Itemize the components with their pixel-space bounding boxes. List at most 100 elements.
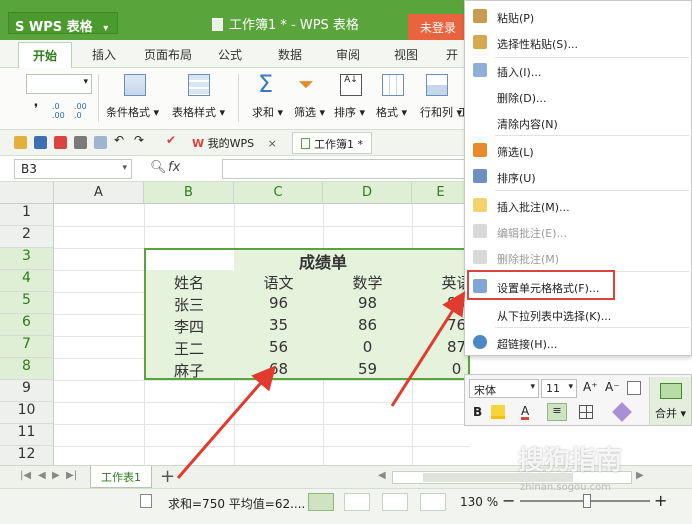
sheet-tab[interactable]: 工作表1 (90, 466, 152, 488)
row-header[interactable]: 10 (0, 402, 54, 424)
table-cell[interactable]: 59 (323, 359, 412, 381)
rows-columns-icon[interactable] (426, 74, 448, 96)
table-cell[interactable]: 98 (323, 293, 412, 315)
table-cell[interactable]: 王二 (144, 337, 234, 359)
select-all-corner[interactable] (0, 182, 54, 204)
tab-workbook[interactable]: 工作簿1 * (292, 132, 372, 154)
app-menu-button[interactable]: S WPS 表格 ▾ (8, 12, 118, 35)
menu-item-filter[interactable]: 筛选(L) (465, 139, 691, 161)
borders-icon[interactable] (579, 405, 593, 419)
zoom-in-icon[interactable]: + (654, 491, 667, 510)
row-header[interactable]: 12 (0, 446, 54, 465)
format-button[interactable]: 格式 ▾ (376, 104, 407, 120)
table-cell[interactable]: 89 (412, 293, 470, 315)
table-cell[interactable]: 李四 (144, 315, 234, 337)
table-cell[interactable]: 96 (234, 293, 323, 315)
tab-review[interactable]: 审阅 (336, 46, 360, 63)
increase-decimal-button[interactable]: .0 .00 (52, 102, 70, 120)
table-header-cell[interactable]: 数学 (323, 271, 412, 293)
table-cell[interactable]: 35 (234, 315, 323, 337)
table-header-cell[interactable]: 英语 (412, 271, 470, 293)
table-cell[interactable]: 麻子 (144, 359, 234, 381)
tab-my-wps[interactable]: W 我的WPS × (192, 135, 277, 151)
menu-item-paste-special[interactable]: 选择性粘贴(S)... (465, 31, 691, 53)
save-icon[interactable] (34, 136, 47, 149)
font-size-select[interactable]: 11 ▾ (541, 379, 577, 398)
table-cell[interactable]: 68 (234, 359, 323, 381)
row-header[interactable]: 4 (0, 270, 54, 292)
filter-icon[interactable]: ⏷ (298, 72, 314, 96)
menu-item-pick-from-list[interactable]: 从下拉列表中选择(K)... (465, 303, 691, 325)
table-cell[interactable]: 87 (412, 337, 470, 359)
active-cell[interactable] (146, 250, 234, 270)
prev-sheet-icon[interactable]: ◀ (38, 470, 46, 481)
rows-columns-button[interactable]: 行和列 ▾ (420, 104, 462, 120)
sort-icon[interactable]: A↓ (340, 74, 362, 96)
zoom-level[interactable]: 130 % (460, 495, 498, 509)
merge-cells-button[interactable]: 合并 ▾ (649, 377, 691, 425)
number-format-combo[interactable]: ▾ (26, 74, 92, 94)
open-folder-icon[interactable] (14, 136, 27, 149)
normal-view-button[interactable] (308, 493, 334, 511)
tab-formulas[interactable]: 公式 (218, 46, 242, 63)
table-header-cell[interactable]: 语文 (234, 271, 323, 293)
font-family-select[interactable]: 宋体 ▾ (469, 379, 539, 398)
menu-item-paste[interactable]: 粘贴(P) (465, 5, 691, 27)
reading-view-button[interactable] (420, 493, 446, 511)
menu-item-sort[interactable]: 排序(U) (465, 165, 691, 187)
row-header[interactable]: 1 (0, 204, 54, 226)
table-cell[interactable]: 76 (412, 315, 470, 337)
conditional-format-icon[interactable] (124, 74, 146, 96)
zoom-slider-handle[interactable] (583, 494, 591, 508)
zoom-search-icon[interactable]: 🔍︎ (150, 160, 167, 175)
table-cell[interactable]: 0 (323, 337, 412, 359)
formula-input[interactable] (222, 159, 472, 179)
row-header[interactable]: 3 (0, 248, 54, 270)
sum-button[interactable]: 求和 ▾ (252, 104, 283, 120)
table-style-icon[interactable] (188, 74, 210, 96)
bold-button[interactable]: B (473, 405, 482, 419)
scroll-left-icon[interactable]: ◀ (378, 470, 386, 481)
grow-font-button[interactable]: A⁺ (583, 380, 598, 394)
table-cell[interactable]: 0 (412, 359, 470, 381)
table-cell[interactable]: 86 (323, 315, 412, 337)
tab-insert[interactable]: 插入 (92, 46, 116, 63)
table-style-button[interactable]: 表格样式 ▾ (172, 104, 225, 120)
column-header-b[interactable]: B (144, 182, 234, 204)
row-header[interactable]: 11 (0, 424, 54, 446)
scroll-right-icon[interactable]: ▶ (636, 470, 644, 481)
font-color-button[interactable]: A (521, 405, 530, 420)
spreadsheet-grid[interactable]: A B C D E 1 2 3 4 5 6 7 8 9 10 11 12 成绩单… (0, 182, 470, 465)
export-pdf-icon[interactable] (54, 136, 67, 149)
row-header[interactable]: 5 (0, 292, 54, 314)
close-icon[interactable]: × (268, 137, 277, 150)
undo-icon[interactable]: ↶ (114, 133, 127, 147)
menu-item-hyperlink[interactable]: 超链接(H)... (465, 331, 691, 353)
thousands-separator-button[interactable]: ❜ (34, 102, 38, 117)
shrink-font-button[interactable]: A⁻ (605, 380, 620, 394)
column-header-e[interactable]: E (412, 182, 470, 204)
table-cell[interactable]: 张三 (144, 293, 234, 315)
table-cell[interactable]: 56 (234, 337, 323, 359)
format-icon[interactable] (382, 74, 404, 96)
conditional-format-button[interactable]: 条件格式 ▾ (106, 104, 159, 120)
row-header[interactable]: 2 (0, 226, 54, 248)
tab-page-layout[interactable]: 页面布局 (144, 46, 192, 63)
menu-item-insert-comment[interactable]: 插入批注(M)... (465, 194, 691, 216)
column-header-d[interactable]: D (323, 182, 412, 204)
name-box[interactable]: B3 ▾ (14, 159, 132, 179)
clear-format-icon[interactable] (627, 381, 641, 395)
tab-home[interactable]: 开始 (18, 42, 73, 68)
menu-item-delete[interactable]: 删除(D)... (465, 85, 691, 107)
sum-icon[interactable]: Σ (258, 70, 273, 98)
column-header-a[interactable]: A (54, 182, 144, 204)
add-sheet-icon[interactable]: + (160, 466, 175, 487)
tab-view[interactable]: 视图 (394, 46, 418, 63)
page-break-view-button[interactable] (382, 493, 408, 511)
filter-button[interactable]: 筛选 ▾ (294, 104, 325, 120)
pin-icon[interactable]: ✔ (166, 133, 179, 147)
menu-item-insert[interactable]: 插入(I)... (465, 59, 691, 81)
last-sheet-icon[interactable]: ▶| (66, 470, 77, 481)
highlight-color-icon[interactable] (491, 405, 505, 419)
zoom-out-icon[interactable]: − (502, 491, 515, 510)
